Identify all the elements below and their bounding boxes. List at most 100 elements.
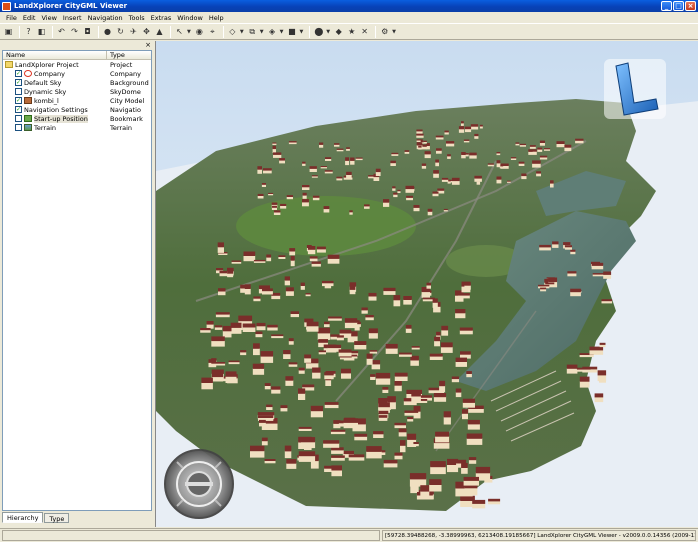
menu-window[interactable]: Window xyxy=(177,14,203,22)
chevron-down-icon[interactable]: ▼ xyxy=(299,29,303,35)
camera-icon[interactable]: ◘ xyxy=(82,26,93,37)
chevron-down-icon[interactable]: ▼ xyxy=(392,29,396,35)
settings-icon[interactable]: ⚙ xyxy=(379,26,390,37)
building-roof xyxy=(301,437,316,443)
building-wall xyxy=(253,348,260,356)
visibility-checkbox[interactable] xyxy=(15,124,22,131)
building-wall xyxy=(343,422,358,429)
layer-icon[interactable]: ⧉ xyxy=(247,26,258,37)
column-header-name[interactable]: Name xyxy=(3,51,107,59)
pointer-icon[interactable]: ↖ xyxy=(174,26,185,37)
sphere-icon[interactable]: ⬤ xyxy=(313,26,324,37)
redo-icon[interactable]: ↷ xyxy=(69,26,80,37)
building-wall xyxy=(465,128,472,133)
city-scene[interactable] xyxy=(156,41,698,527)
column-header-type[interactable]: Type xyxy=(107,51,151,59)
building-wall xyxy=(230,327,242,334)
building-roof xyxy=(375,372,391,379)
cube-icon[interactable]: ■ xyxy=(286,26,297,37)
menu-help[interactable]: Help xyxy=(209,14,224,22)
chevron-down-icon[interactable]: ▼ xyxy=(240,29,244,35)
visibility-checkbox[interactable]: ✓ xyxy=(15,70,22,77)
project-tree[interactable]: Name Type LandXplorer Project Project ✓ … xyxy=(2,50,152,511)
building-wall xyxy=(433,396,447,402)
3d-viewport[interactable] xyxy=(155,41,698,527)
building-wall xyxy=(597,374,607,382)
delete-icon[interactable]: ✕ xyxy=(359,26,370,37)
undo-icon[interactable]: ↶ xyxy=(56,26,67,37)
building-roof xyxy=(467,419,480,425)
building-wall xyxy=(429,484,442,492)
chevron-down-icon[interactable]: ▼ xyxy=(260,29,264,35)
building-wall xyxy=(403,299,412,305)
building-wall xyxy=(464,285,471,290)
menu-view[interactable]: View xyxy=(41,14,56,22)
building-wall xyxy=(433,173,439,178)
visibility-checkbox[interactable] xyxy=(15,88,22,95)
tree-row-dynamic-sky[interactable]: Dynamic Sky SkyDome xyxy=(3,87,151,96)
chevron-down-icon[interactable]: ▼ xyxy=(187,29,191,35)
minimize-button[interactable]: _ xyxy=(661,1,672,11)
terrain-icon[interactable]: ▲ xyxy=(154,26,165,37)
building-wall xyxy=(285,290,294,296)
building-roof xyxy=(464,282,471,286)
building-wall xyxy=(440,346,453,353)
star-icon[interactable]: ★ xyxy=(346,26,357,37)
building-wall xyxy=(317,332,331,340)
close-button[interactable]: × xyxy=(685,1,696,11)
view-icon[interactable]: ⌖ xyxy=(207,26,218,37)
building-roof xyxy=(290,255,295,261)
chevron-down-icon[interactable]: ▼ xyxy=(280,29,284,35)
globe-icon[interactable]: ◉ xyxy=(194,26,205,37)
move-icon[interactable]: ✥ xyxy=(141,26,152,37)
menu-tools[interactable]: Tools xyxy=(129,14,145,22)
tree-row-navigation-settings[interactable]: ✓ Navigation Settings Navigatio xyxy=(3,105,151,114)
building-wall xyxy=(228,362,240,365)
tab-type[interactable]: Type xyxy=(44,513,70,523)
open-icon[interactable]: ▣ xyxy=(3,26,14,37)
tree-row-type: Project xyxy=(110,60,133,69)
select-icon[interactable]: ◇ xyxy=(227,26,238,37)
navigation-compass[interactable] xyxy=(164,449,234,519)
close-icon[interactable]: × xyxy=(145,41,151,49)
building-roof xyxy=(267,324,278,328)
menu-edit[interactable]: Edit xyxy=(23,14,36,22)
visibility-checkbox[interactable]: ✓ xyxy=(15,97,22,104)
building-wall xyxy=(392,188,396,191)
maximize-button[interactable]: □ xyxy=(673,1,684,11)
building-roof xyxy=(322,280,334,284)
help-icon[interactable]: ? xyxy=(23,26,34,37)
visibility-checkbox[interactable] xyxy=(15,115,22,122)
pan-icon[interactable]: ✈ xyxy=(128,26,139,37)
tree-row-city-model[interactable]: ✓ kombi_l City Model xyxy=(3,96,151,105)
building-roof xyxy=(594,393,604,398)
building-wall xyxy=(330,431,346,435)
tab-hierarchy[interactable]: Hierarchy xyxy=(2,512,44,523)
building-wall xyxy=(521,175,527,180)
visibility-checkbox[interactable]: ✓ xyxy=(15,79,22,86)
fly-icon[interactable]: ↻ xyxy=(115,26,126,37)
shape-icon[interactable]: ◆ xyxy=(333,26,344,37)
import-icon[interactable]: ◧ xyxy=(36,26,47,37)
building-roof xyxy=(589,346,604,351)
building-wall xyxy=(461,123,464,126)
building-roof xyxy=(242,323,256,328)
menu-navigation[interactable]: Navigation xyxy=(88,14,123,22)
rotate-icon[interactable]: ● xyxy=(102,26,113,37)
building-roof xyxy=(309,256,318,259)
visibility-checkbox[interactable]: ✓ xyxy=(15,106,22,113)
tree-row-default-sky[interactable]: ✓ Default Sky Background xyxy=(3,78,151,87)
render-icon[interactable]: ◈ xyxy=(267,26,278,37)
tree-row-terrain[interactable]: Terrain Terrain xyxy=(3,123,151,132)
menu-file[interactable]: File xyxy=(6,14,17,22)
chevron-down-icon[interactable]: ▼ xyxy=(326,29,330,35)
menu-insert[interactable]: Insert xyxy=(63,14,82,22)
building-roof xyxy=(441,325,449,331)
tree-row-startup-position[interactable]: Start-up Position Bookmark xyxy=(3,114,151,123)
building-roof xyxy=(440,342,453,348)
tree-row-company[interactable]: ✓ Company Company xyxy=(3,69,151,78)
menu-extras[interactable]: Extras xyxy=(151,14,172,22)
building-wall xyxy=(368,332,378,339)
building-roof xyxy=(238,315,253,322)
tree-row-project[interactable]: LandXplorer Project Project xyxy=(3,60,151,69)
